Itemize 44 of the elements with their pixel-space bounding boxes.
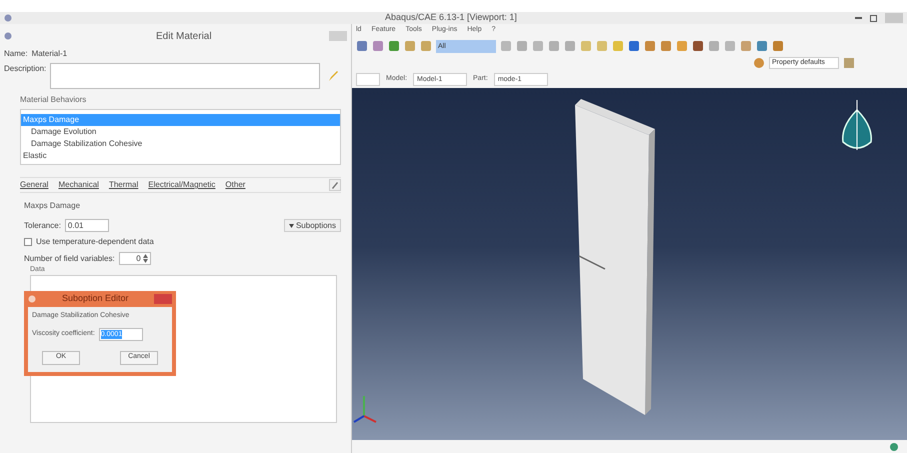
description-label: Description: [4,63,46,75]
caret-icon [288,224,294,228]
material-menu[interactable]: Thermal [108,179,138,191]
behavior-item[interactable]: Elastic [21,150,340,162]
window-title: Abaqus/CAE 6.13-1 [Viewport: 1] [385,11,517,24]
dialog-icon [4,32,12,40]
spinner-arrows-icon[interactable] [142,254,148,263]
dialog-icon [28,295,36,303]
toolbar-icon[interactable] [644,40,656,52]
dialog-title: Edit Material [156,30,212,44]
description-field[interactable] [50,63,320,89]
checkbox-label: Use temperature-dependent data [36,236,154,248]
toolbar-icon[interactable] [660,40,672,52]
toolbar-icon[interactable] [388,40,400,52]
toolbar-icon[interactable] [628,40,640,52]
pencil-icon[interactable] [327,69,340,83]
logo-icon [889,442,899,452]
tolerance-field[interactable]: 0.01 [64,219,109,232]
field-variables-label: Number of field variables: [24,252,115,264]
maximize-icon[interactable] [870,14,877,22]
behaviors-label: Material Behaviors [20,94,88,106]
field-variables-spinner[interactable]: 0 [118,252,151,265]
name-value: Material-1 [32,48,68,60]
dialog-title: Suboption Editor [62,292,129,306]
toolbar-icon[interactable] [692,40,704,52]
toolbar-icon[interactable] [756,40,768,52]
toolbar-icon[interactable] [772,40,784,52]
toolbar-icon[interactable] [356,40,368,52]
app-icon [4,14,12,22]
properties-icon [753,57,765,69]
material-menu[interactable]: Electrical/Magnetic [148,179,216,191]
material-menu[interactable]: Other [225,179,246,191]
suboptions-button[interactable]: Suboptions [284,219,341,232]
behavior-item[interactable]: Damage Evolution [21,126,340,138]
toolbar-icon[interactable] [372,40,384,52]
edit-icon[interactable] [329,179,341,191]
material-menu[interactable]: Mechanical [58,179,99,191]
checkbox[interactable] [24,238,32,246]
material-menu[interactable]: General [20,179,48,191]
section-title: Maxps Damage [24,200,82,212]
tolerance-label: Tolerance: [24,220,61,232]
module-dropdown[interactable] [356,72,380,86]
name-label: Name: [4,48,28,60]
behavior-item[interactable]: Damage Stabilization Cohesive [21,138,340,150]
